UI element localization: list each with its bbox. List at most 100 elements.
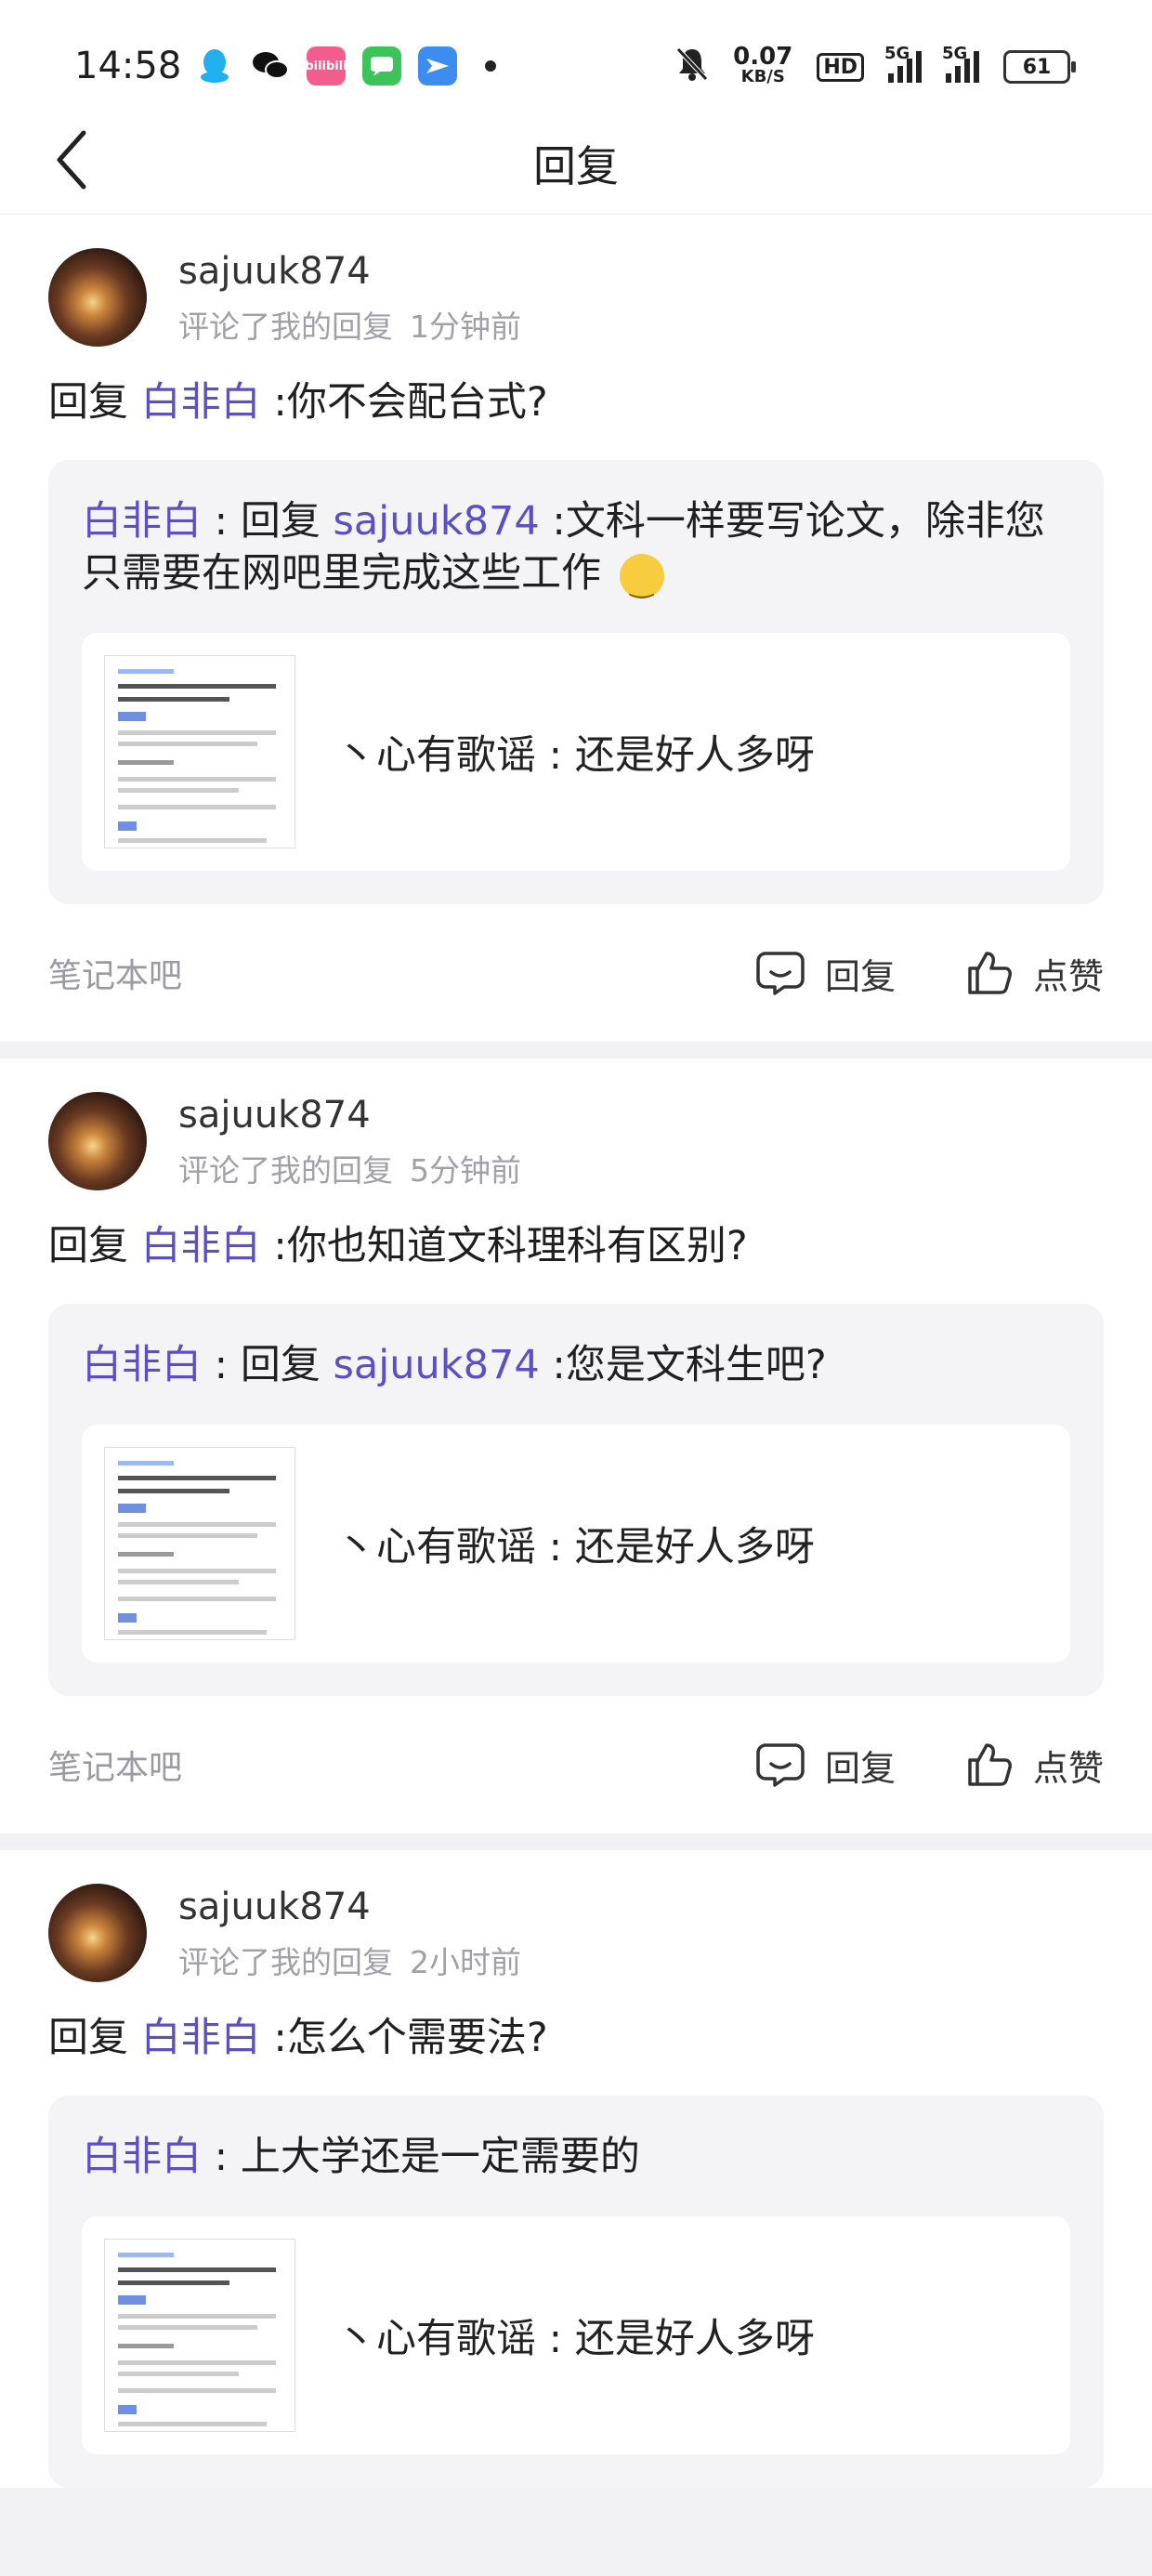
thumbs-up-icon [968, 952, 1012, 994]
card-subtitle: 评论了我的回复 2小时前 [178, 1938, 521, 1982]
original-post-box[interactable]: 丶心有歌谣 : 还是好人多呀 [82, 633, 1070, 871]
card-meta: sajuuk874 评论了我的回复 1分钟前 [178, 248, 521, 347]
signal-1-label: 5G [884, 44, 910, 63]
action-text: 评论了我的回复 [178, 1944, 393, 1980]
post-thumbnail [104, 1447, 295, 1640]
hd-badge: HD [817, 52, 864, 82]
status-time: 14:58 [74, 45, 182, 87]
reply-feed: sajuuk874 评论了我的回复 1分钟前 回复 白非白 :你不会配台式? 白非… [0, 215, 1152, 2488]
username[interactable]: sajuuk874 [178, 1094, 521, 1137]
card-meta: sajuuk874 评论了我的回复 2小时前 [178, 1884, 521, 1982]
card-header: sajuuk874 评论了我的回复 5分钟前 [48, 1058, 1104, 1190]
quote-author-link[interactable]: 白非白 [82, 1342, 202, 1388]
comment-icon [756, 1743, 805, 1787]
like-button[interactable]: 点赞 [966, 1740, 1104, 1791]
card-meta: sajuuk874 评论了我的回复 5分钟前 [178, 1092, 521, 1190]
card-header: sajuuk874 评论了我的回复 2小时前 [48, 1850, 1104, 1982]
quote-author-link[interactable]: 白非白 [82, 2134, 202, 2180]
quote-reply-word: 回复 [240, 1342, 334, 1388]
reply-prefix: 回复 [48, 379, 128, 426]
reply-target-link[interactable]: 白非白 [141, 1223, 261, 1269]
reply-text: :你也知道文科理科有区别? [273, 1223, 748, 1269]
page-title: 回复 [533, 141, 619, 191]
reply-label: 回复 [824, 955, 896, 997]
thumbs-up-icon [968, 1743, 1012, 1786]
network-speed: 0.07 KB/S [733, 45, 792, 87]
quote-box[interactable]: 白非白 : 回复 sajuuk874 :文科一样要写论文，除非您只需要在网吧里完… [48, 460, 1104, 904]
quote-text: :您是文科生吧? [539, 1342, 827, 1388]
post-thumbnail [104, 655, 295, 848]
avatar[interactable] [48, 1092, 147, 1190]
avatar[interactable] [48, 248, 147, 347]
post-thumbnail [104, 2239, 295, 2432]
more-notifications-dot [485, 60, 496, 72]
messages-icon [362, 46, 401, 85]
card-footer: 笔记本吧 回复 点赞 [48, 1696, 1104, 1833]
original-post-text: 丶心有歌谣 : 还是好人多呀 [336, 1524, 815, 1571]
card-header: sajuuk874 评论了我的回复 1分钟前 [48, 215, 1104, 347]
system-status: 0.07 KB/S HD 5G 5G 61 [675, 44, 1076, 87]
quote-target-link[interactable]: sajuuk874 [334, 1342, 540, 1388]
quote-box[interactable]: 白非白 : 回复 sajuuk874 :您是文科生吧? 丶心有歌谣 : 还是好人… [48, 1304, 1104, 1696]
action-text: 评论了我的回复 [178, 1152, 393, 1189]
quote-target-link[interactable]: sajuuk874 [334, 498, 540, 545]
original-post-box[interactable]: 丶心有歌谣 : 还是好人多呀 [82, 1425, 1070, 1663]
signal-icon-2: 5G [942, 44, 979, 83]
time-text: 2小时前 [410, 1944, 521, 1980]
like-label: 点赞 [1032, 1747, 1104, 1789]
quote-text-line: 白非白 : 上大学还是一定需要的 [82, 2131, 1070, 2183]
signal-icon-1: 5G [884, 44, 922, 83]
reply-target-link[interactable]: 白非白 [141, 379, 261, 426]
original-post-box[interactable]: 丶心有歌谣 : 还是好人多呀 [82, 2216, 1070, 2454]
action-text: 评论了我的回复 [178, 309, 393, 345]
original-post-text: 丶心有歌谣 : 还是好人多呀 [336, 732, 815, 779]
card-subtitle: 评论了我的回复 5分钟前 [178, 1146, 521, 1190]
notification-icons: bilibili [195, 46, 496, 85]
reply-content: 回复 白非白 :怎么个需要法? [48, 2012, 1104, 2064]
quote-separator: : [202, 1342, 241, 1388]
mute-icon [675, 46, 709, 87]
net-speed-unit: KB/S [740, 67, 785, 86]
avatar[interactable] [48, 1884, 147, 1982]
signal-2-label: 5G [942, 44, 968, 63]
reply-prefix: 回复 [48, 2015, 128, 2061]
comment-icon [756, 952, 805, 995]
original-post-text: 丶心有歌谣 : 还是好人多呀 [336, 2316, 815, 2362]
reply-card[interactable]: sajuuk874 评论了我的回复 5分钟前 回复 白非白 :你也知道文科理科有区… [0, 1058, 1152, 1833]
quote-separator: : [202, 498, 241, 545]
like-label: 点赞 [1032, 955, 1104, 997]
quote-separator: : [202, 2134, 241, 2180]
quote-text-line: 白非白 : 回复 sajuuk874 :文科一样要写论文，除非您只需要在网吧里完… [82, 495, 1070, 610]
card-footer: 笔记本吧 回复 点赞 [48, 904, 1104, 1042]
quote-reply-word: 回复 [240, 498, 334, 545]
reply-card[interactable]: sajuuk874 评论了我的回复 1分钟前 回复 白非白 :你不会配台式? 白非… [0, 215, 1152, 1042]
reply-text: :你不会配台式? [273, 379, 548, 426]
reply-content: 回复 白非白 :你也知道文科理科有区别? [48, 1220, 1104, 1272]
battery-icon: 61 [1003, 50, 1076, 84]
forum-name[interactable]: 笔记本吧 [48, 949, 686, 997]
quote-author-link[interactable]: 白非白 [82, 498, 202, 545]
time-text: 5分钟前 [410, 1152, 521, 1189]
username[interactable]: sajuuk874 [178, 250, 521, 293]
forum-name[interactable]: 笔记本吧 [48, 1741, 686, 1789]
card-subtitle: 评论了我的回复 1分钟前 [178, 302, 521, 347]
quote-box[interactable]: 白非白 : 上大学还是一定需要的 丶心有歌谣 : 还是好人多呀 [48, 2096, 1104, 2488]
feishu-icon [418, 46, 457, 85]
reply-button[interactable]: 回复 [756, 948, 896, 999]
smile-emoji-icon [619, 553, 664, 610]
reply-button[interactable]: 回复 [756, 1740, 896, 1791]
reply-target-link[interactable]: 白非白 [141, 2015, 261, 2061]
reply-prefix: 回复 [48, 1223, 128, 1269]
username[interactable]: sajuuk874 [178, 1886, 521, 1928]
bilibili-icon: bilibili [305, 46, 347, 85]
qq-icon [195, 46, 234, 85]
reply-text: :怎么个需要法? [273, 2015, 548, 2061]
reply-label: 回复 [824, 1747, 896, 1789]
time-text: 1分钟前 [410, 309, 521, 345]
wechat-icon [251, 46, 290, 85]
like-button[interactable]: 点赞 [966, 948, 1104, 999]
nav-bar: 回复 [0, 107, 1152, 215]
quote-text: 上大学还是一定需要的 [240, 2134, 640, 2180]
reply-card[interactable]: sajuuk874 评论了我的回复 2小时前 回复 白非白 :怎么个需要法? 白非… [0, 1850, 1152, 2488]
quote-text-line: 白非白 : 回复 sajuuk874 :您是文科生吧? [82, 1339, 1070, 1391]
